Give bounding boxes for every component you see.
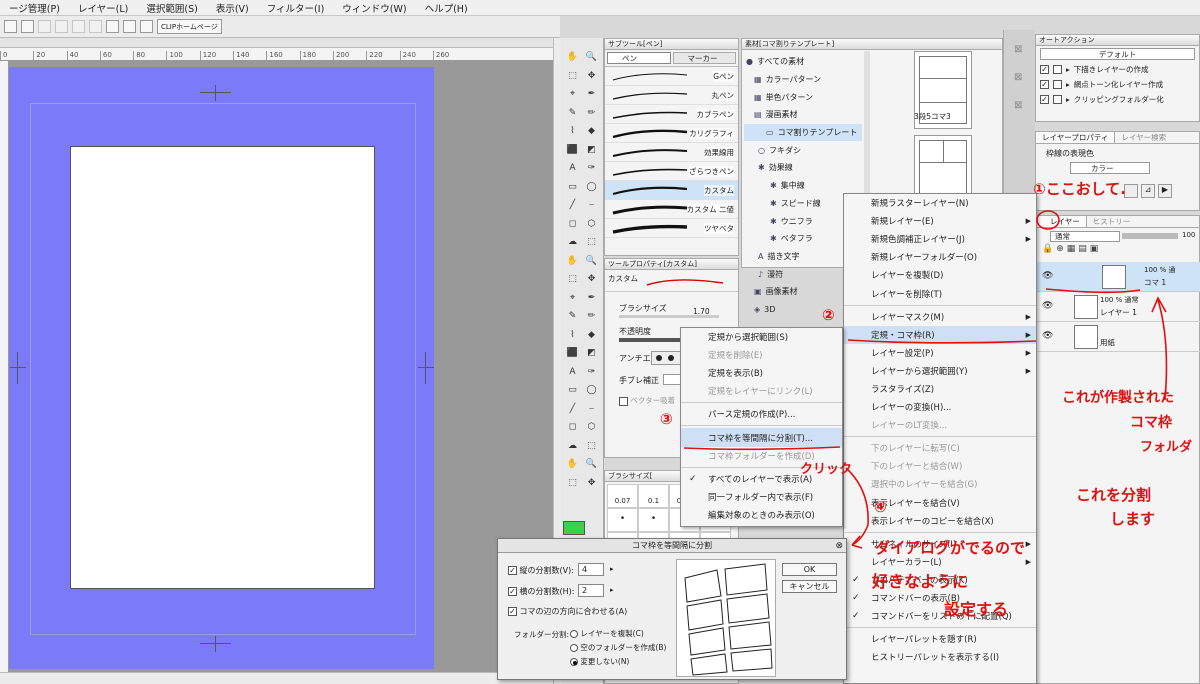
annotation-note-5: します [1110,510,1156,528]
annotation-4-line3: 設定する [944,600,1009,619]
annotation-note-3: フォルダ [1140,440,1193,455]
annotation-note-2: コマ枠 [1130,415,1172,431]
annotation-4: ④ [874,498,887,516]
annotation-3-click: クリック [800,462,853,477]
annotation-1: ①ここおして. [1033,180,1126,198]
annotation-3: ③ [660,410,673,428]
annotation-4-line2: 好きなように [872,572,969,591]
annotation-note-1: これが作製された [1062,390,1174,406]
annotation-strokes [683,210,1168,549]
annotation-4-line1: ダイアログがでるので [875,539,1026,557]
annotation-note-4: これを分割 [1076,486,1152,504]
annotation-2: ② [822,306,835,324]
